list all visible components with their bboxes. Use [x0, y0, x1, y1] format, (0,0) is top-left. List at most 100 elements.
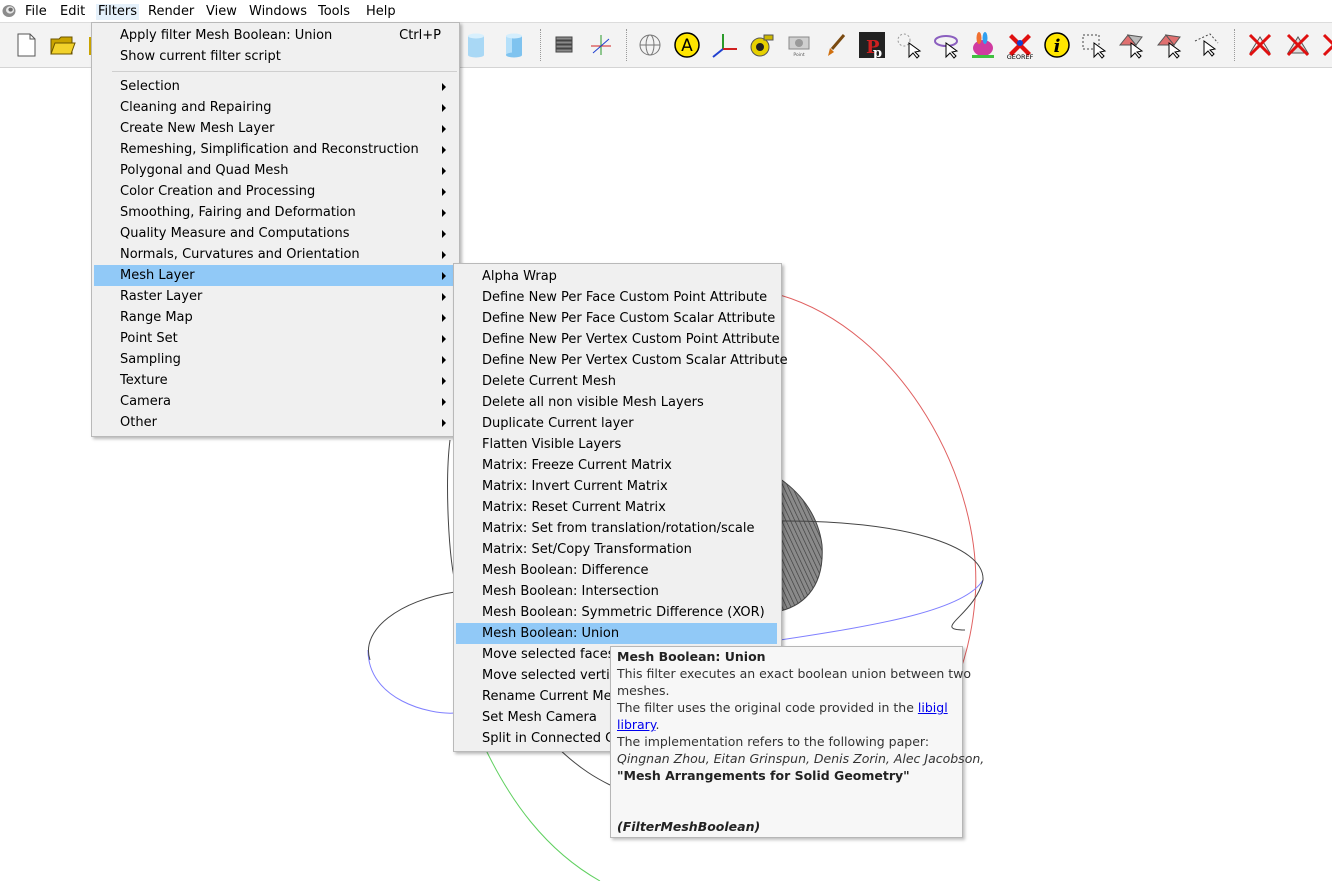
menu-item-label: Matrix: Set from translation/rotation/sc…	[482, 521, 755, 536]
menu-tools[interactable]: Tools	[318, 4, 350, 20]
delete-selection-icon[interactable]	[1320, 31, 1332, 59]
menu-item-color-creation[interactable]: Color Creation and Processing	[92, 181, 459, 202]
menu-item-selection[interactable]: Selection	[92, 76, 459, 97]
menu-item-polygonal-quad-mesh[interactable]: Polygonal and Quad Mesh	[92, 160, 459, 181]
delete-vertices-icon[interactable]	[1246, 31, 1274, 59]
manipulator-icon[interactable]	[932, 31, 960, 59]
tooltip-description: This filter executes an exact boolean un…	[617, 666, 972, 681]
menu-item-boolean-xor[interactable]: Mesh Boolean: Symmetric Difference (XOR)	[454, 602, 781, 623]
menu-edit[interactable]: Edit	[60, 4, 85, 20]
submenu-arrow-icon	[442, 188, 446, 196]
menu-item-flatten-layers[interactable]: Flatten Visible Layers	[454, 434, 781, 455]
menu-item-other[interactable]: Other	[92, 412, 459, 433]
menu-item-point-set[interactable]: Point Set	[92, 328, 459, 349]
svg-text:i: i	[1054, 36, 1061, 57]
menu-item-vertex-point-attr[interactable]: Define New Per Vertex Custom Point Attri…	[454, 329, 781, 350]
svg-text:Point: Point	[793, 52, 804, 58]
cylinder-icon[interactable]	[462, 31, 490, 59]
menu-item-quality-measure[interactable]: Quality Measure and Computations	[92, 223, 459, 244]
menu-item-camera[interactable]: Camera	[92, 391, 459, 412]
menu-item-reset-matrix[interactable]: Matrix: Reset Current Matrix	[454, 497, 781, 518]
submenu-arrow-icon	[442, 419, 446, 427]
menu-view[interactable]: View	[206, 4, 237, 20]
menu-item-matrix-trs[interactable]: Matrix: Set from translation/rotation/sc…	[454, 518, 781, 539]
menu-item-label: Matrix: Invert Current Matrix	[482, 479, 668, 494]
select-area-icon[interactable]	[1192, 31, 1220, 59]
menu-item-label: Duplicate Current layer	[482, 416, 634, 431]
meshlab-logo-icon[interactable]	[2, 4, 16, 18]
layers-stack-icon[interactable]	[550, 31, 578, 59]
submenu-arrow-icon	[442, 125, 446, 133]
new-project-icon[interactable]	[12, 31, 40, 59]
submenu-arrow-icon	[442, 209, 446, 217]
menu-item-create-new-mesh-layer[interactable]: Create New Mesh Layer	[92, 118, 459, 139]
menu-item-boolean-difference[interactable]: Mesh Boolean: Difference	[454, 560, 781, 581]
submenu-arrow-icon	[442, 335, 446, 343]
menu-item-normals-curvatures[interactable]: Normals, Curvatures and Orientation	[92, 244, 459, 265]
menu-help[interactable]: Help	[366, 4, 396, 20]
menu-item-delete-non-visible[interactable]: Delete all non visible Mesh Layers	[454, 392, 781, 413]
menu-item-label: Alpha Wrap	[482, 269, 557, 284]
menu-item-boolean-union[interactable]: Mesh Boolean: Union	[456, 623, 777, 644]
georef-icon[interactable]: GEOREF	[1006, 31, 1034, 59]
libigl-link-cont[interactable]: library	[617, 717, 655, 732]
menu-item-mesh-layer[interactable]: Mesh Layer	[94, 265, 457, 286]
paint-brush-icon[interactable]	[822, 31, 850, 59]
pp-pick-points-icon[interactable]: Pp	[858, 31, 886, 59]
tooltip-description-cont: meshes.	[617, 683, 670, 698]
menu-item-face-point-attr[interactable]: Define New Per Face Custom Point Attribu…	[454, 287, 781, 308]
menu-item-texture[interactable]: Texture	[92, 370, 459, 391]
menu-item-label: Define New Per Vertex Custom Scalar Attr…	[482, 353, 788, 368]
cylinder-shaded-icon[interactable]	[500, 31, 528, 59]
menu-windows[interactable]: Windows	[249, 4, 307, 20]
menu-item-duplicate-layer[interactable]: Duplicate Current layer	[454, 413, 781, 434]
menu-item-raster-layer[interactable]: Raster Layer	[92, 286, 459, 307]
menu-item-label: Mesh Layer	[120, 268, 195, 283]
tooltip-paper-intro: The implementation refers to the followi…	[617, 734, 930, 749]
menu-filters[interactable]: Filters	[96, 4, 139, 20]
menu-item-invert-matrix[interactable]: Matrix: Invert Current Matrix	[454, 476, 781, 497]
select-faces-icon[interactable]	[1117, 31, 1145, 59]
annotation-a-icon[interactable]: A	[673, 31, 701, 59]
menu-render[interactable]: Render	[148, 4, 194, 20]
menu-item-label: Matrix: Reset Current Matrix	[482, 500, 666, 515]
menu-item-remeshing[interactable]: Remeshing, Simplification and Reconstruc…	[92, 139, 459, 160]
menu-item-matrix-copy[interactable]: Matrix: Set/Copy Transformation	[454, 539, 781, 560]
tooltip-source-line: The filter uses the original code provid…	[617, 699, 948, 716]
info-icon[interactable]: i	[1043, 31, 1071, 59]
open-folder-icon[interactable]	[48, 31, 76, 59]
submenu-arrow-icon	[442, 83, 446, 91]
bunny-paint-icon[interactable]	[969, 31, 997, 59]
libigl-link[interactable]: libigl	[918, 700, 948, 715]
menu-item-apply-filter[interactable]: Apply filter Mesh Boolean: Union Ctrl+P	[92, 25, 459, 46]
select-connected-icon[interactable]	[1155, 31, 1183, 59]
tooltip-filter-id: (FilterMeshBoolean)	[617, 819, 761, 834]
menu-item-range-map[interactable]: Range Map	[92, 307, 459, 328]
axes-3d-icon[interactable]	[587, 31, 615, 59]
camera-alignment-icon[interactable]: Point	[785, 31, 813, 59]
menu-item-sampling[interactable]: Sampling	[92, 349, 459, 370]
menu-item-show-filter-script[interactable]: Show current filter script	[92, 46, 459, 67]
menu-item-alpha-wrap[interactable]: Alpha Wrap	[454, 266, 781, 287]
sphere-wireframe-icon[interactable]	[636, 31, 664, 59]
select-rect-icon[interactable]	[1080, 31, 1108, 59]
menu-item-label: Camera	[120, 394, 172, 409]
menu-item-vertex-scalar-attr[interactable]: Define New Per Vertex Custom Scalar Attr…	[454, 350, 788, 371]
menu-item-delete-current-mesh[interactable]: Delete Current Mesh	[454, 371, 781, 392]
menu-item-freeze-matrix[interactable]: Matrix: Freeze Current Matrix	[454, 455, 781, 476]
svg-text:A: A	[681, 36, 693, 56]
menu-item-cleaning-repairing[interactable]: Cleaning and Repairing	[92, 97, 459, 118]
menu-item-label: Define New Per Vertex Custom Point Attri…	[482, 332, 780, 347]
select-vertices-icon[interactable]	[895, 31, 923, 59]
menu-separator	[112, 71, 457, 72]
menu-item-label: Create New Mesh Layer	[120, 121, 275, 136]
menu-file[interactable]: File	[25, 4, 47, 20]
menu-item-boolean-intersection[interactable]: Mesh Boolean: Intersection	[454, 581, 781, 602]
measure-tape-icon[interactable]	[748, 31, 776, 59]
menu-item-smoothing[interactable]: Smoothing, Fairing and Deformation	[92, 202, 459, 223]
axis-gizmo-icon[interactable]	[710, 31, 738, 59]
menu-item-face-scalar-attr[interactable]: Define New Per Face Custom Scalar Attrib…	[454, 308, 781, 329]
menu-item-label: Selection	[120, 79, 180, 94]
delete-faces-icon[interactable]	[1284, 31, 1312, 59]
submenu-arrow-icon	[442, 104, 446, 112]
